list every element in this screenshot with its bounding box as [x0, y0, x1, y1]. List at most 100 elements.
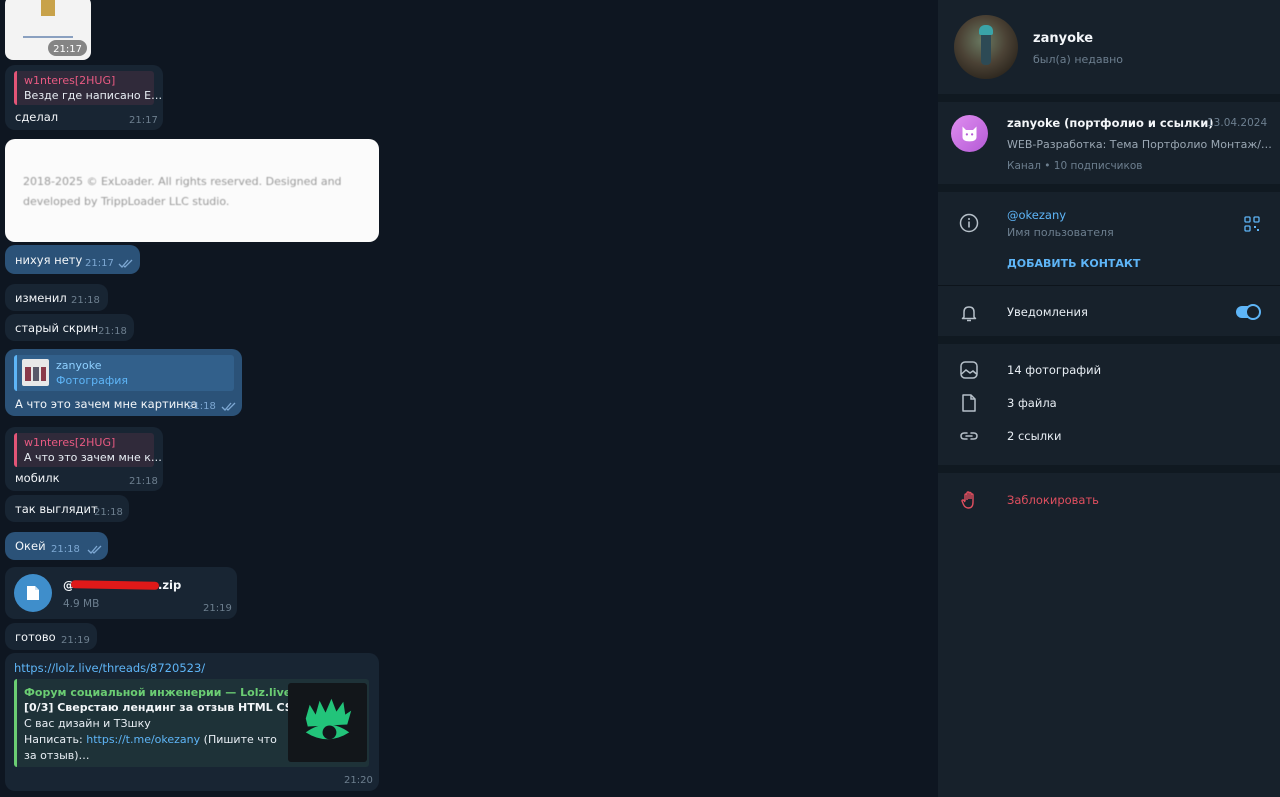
message-izmenil[interactable]: изменил 21:18 [5, 284, 108, 311]
profile-panel: zanyoke был(а) недавно zanyoke (портфоли… [938, 0, 1280, 797]
channel-meta: Канал • 10 подписчиков [1007, 160, 1143, 172]
link-preview-desc-2: Написать: https://t.me/okezany (Пишите ч… [24, 733, 277, 746]
separator [938, 94, 1280, 102]
image-message[interactable]: 21:17 [5, 0, 91, 60]
message-text: Окей [15, 539, 46, 553]
notifications-label: Уведомления [1007, 305, 1088, 319]
reply-text: Фотография [56, 374, 129, 387]
link-preview-desc-suffix: (Пишите что [200, 733, 277, 746]
screenshot-line-1: 2018-2025 © ExLoader. All rights reserve… [23, 175, 342, 188]
username[interactable]: @okezany [1007, 208, 1066, 222]
link-preview-site: Форум социальной инженерии — Lolz.live… [24, 686, 303, 699]
separator [938, 285, 1280, 286]
reply-quote[interactable]: w1nteres[2HUG] А что это зачем мне к… [14, 433, 162, 467]
message-text: так выглядит [15, 502, 98, 516]
profile-status: был(а) недавно [1033, 53, 1124, 66]
file-message[interactable]: @ .zip 4.9 MB 21:19 [5, 567, 237, 619]
message-time: 21:20 [344, 775, 373, 786]
message-text: мобилк [15, 471, 60, 485]
media-links-label: 2 ссылки [1007, 429, 1062, 443]
message-text: нихуя нету [15, 253, 83, 267]
reply-author: w1nteres[2HUG] [24, 74, 116, 87]
avatar-hair [979, 25, 993, 35]
read-checkmarks-icon [221, 402, 236, 411]
message-out-okey[interactable]: Окей 21:18 [5, 532, 108, 560]
message-out-nihuya[interactable]: нихуя нету 21:17 [5, 245, 140, 274]
link-preview[interactable]: Форум социальной инженерии — Lolz.live… … [14, 679, 369, 767]
add-contact-button[interactable]: ДОБАВИТЬ КОНТАКТ [1007, 257, 1140, 270]
cat-icon [962, 126, 977, 142]
thumb-block [33, 367, 39, 381]
message-reply-sdelal[interactable]: w1nteres[2HUG] Везде где написано E… сде… [5, 65, 163, 130]
reply-quote[interactable]: zanyoke Фотография [14, 355, 234, 391]
reply-photo-thumbnail [22, 359, 49, 386]
message-text: А что это зачем мне картинка [15, 397, 198, 411]
block-user-label: Заблокировать [1007, 493, 1099, 507]
separator [938, 184, 1280, 192]
personal-channel[interactable]: zanyoke (портфолио и ссылки) 13.04.2024 … [938, 102, 1280, 182]
read-checkmarks-icon [87, 545, 102, 554]
message-time: 21:17 [129, 115, 158, 126]
message-reply-mobilk[interactable]: w1nteres[2HUG] А что это зачем мне к… мо… [5, 427, 163, 491]
bell-icon [961, 306, 977, 322]
message-time: 21:18 [187, 401, 216, 412]
message-time: 21:18 [94, 507, 123, 518]
file-icon [27, 586, 39, 600]
message-time: 21:17 [53, 44, 82, 55]
reply-text: А что это зачем мне к… [24, 451, 162, 464]
link-message[interactable]: https://lolz.live/threads/8720523/ Форум… [5, 653, 379, 791]
message-time: 21:19 [203, 603, 232, 614]
message-tak-vyglyadit[interactable]: так выглядит 21:18 [5, 495, 129, 522]
block-user-button[interactable]: Заблокировать [938, 482, 1280, 518]
message-text: старый скрин [15, 321, 99, 335]
link-preview-image [288, 683, 367, 762]
chat-area: 21:17 w1nteres[2HUG] Везде где написано … [0, 0, 938, 797]
reply-quote[interactable]: w1nteres[2HUG] Везде где написано E… [14, 71, 162, 105]
file-name-suffix: .zip [158, 578, 182, 592]
channel-date: 13.04.2024 [1207, 117, 1268, 129]
reply-text: Везде где написано E… [24, 89, 163, 102]
thumb-block [41, 367, 46, 381]
message-time: 21:18 [129, 476, 158, 487]
image-thumbnail [41, 0, 55, 16]
lolz-eye-logo-icon [305, 698, 352, 740]
message-gotovo[interactable]: готово 21:19 [5, 623, 97, 650]
message-time: 21:18 [71, 295, 100, 306]
media-photos[interactable]: 14 фотографий [938, 352, 1280, 385]
message-time: 21:18 [51, 544, 80, 555]
reply-author: zanyoke [56, 359, 102, 372]
channel-last-post: WEB-Разработка: Тема Портфолио Монтаж/… [1007, 138, 1272, 151]
photo-icon [960, 361, 978, 379]
reply-author: w1nteres[2HUG] [24, 436, 116, 449]
file-size: 4.9 MB [63, 598, 100, 610]
link-preview-desc-1: С вас дизайн и ТЗшку [24, 717, 151, 730]
message-text: готово [15, 630, 56, 644]
link-preview-desc-prefix: Написать: [24, 733, 87, 746]
file-download-button[interactable] [14, 574, 52, 612]
image-time-pill: 21:17 [48, 40, 87, 56]
screenshot-line-2: developed by TrippLoader LLC studio. [23, 195, 230, 208]
telegram-link[interactable]: https://t.me/okezany [86, 733, 200, 746]
username-label: Имя пользователя [1007, 226, 1114, 239]
media-files[interactable]: 3 файла [938, 385, 1280, 418]
message-stary-skrin[interactable]: старый скрин 21:18 [5, 314, 134, 341]
message-text: сделал [15, 110, 59, 124]
screenshot-image-message[interactable]: 2018-2025 © ExLoader. All rights reserve… [5, 139, 379, 242]
media-photos-label: 14 фотографий [1007, 363, 1102, 377]
read-checkmarks-icon [118, 259, 133, 268]
profile-avatar[interactable] [954, 15, 1018, 79]
channel-avatar [951, 115, 988, 152]
screenshot-text: 2018-2025 © ExLoader. All rights reserve… [23, 172, 342, 212]
notifications-toggle[interactable] [1236, 304, 1261, 320]
channel-name: zanyoke (портфолио и ссылки) [1007, 116, 1214, 130]
message-time: 21:18 [98, 326, 127, 337]
message-link[interactable]: https://lolz.live/threads/8720523/ [14, 661, 205, 675]
thumb-block [25, 367, 31, 381]
message-text: изменил [15, 291, 67, 305]
message-out-kartinka[interactable]: zanyoke Фотография А что это зачем мне к… [5, 349, 242, 416]
qr-code-icon[interactable] [1244, 216, 1260, 232]
toggle-knob [1245, 304, 1261, 320]
link-preview-title: [0/3] Сверстаю лендинг за отзыв HTML CSS… [24, 701, 316, 714]
media-links[interactable]: 2 ссылки [938, 418, 1280, 451]
info-icon [959, 213, 979, 233]
